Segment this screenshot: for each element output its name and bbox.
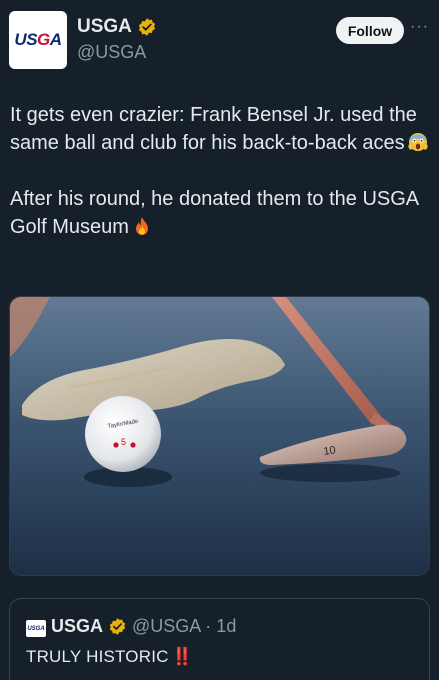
fire-icon	[132, 216, 152, 236]
tweet-page: USGA USGA @USGA Follow ··· It gets even …	[0, 0, 439, 680]
follow-button[interactable]: Follow	[336, 17, 404, 44]
more-options-icon[interactable]: ···	[410, 19, 432, 40]
tweet-line-1: It gets even crazier: Frank Bensel Jr. u…	[10, 104, 417, 154]
tweet-header: USGA USGA @USGA Follow ···	[0, 0, 439, 80]
quoted-avatar[interactable]: USGA	[26, 620, 46, 637]
avatar[interactable]: USGA	[9, 11, 67, 69]
quoted-display-name[interactable]: USGA	[51, 616, 103, 637]
tweet-text: It gets even crazier: Frank Bensel Jr. u…	[10, 101, 432, 241]
handle[interactable]: @USGA	[77, 42, 146, 63]
verified-badge-icon	[137, 17, 157, 37]
face-screaming-icon	[407, 132, 428, 152]
name-row: USGA	[77, 16, 157, 38]
tweet-line-2: After his round, he donated them to the …	[10, 188, 419, 238]
quoted-text-content: TRULY HISTORIC	[26, 647, 169, 666]
double-exclamation-icon: ‼️	[171, 647, 193, 666]
quoted-tweet[interactable]: USGA USGA @USGA · 1d TRULY HISTORIC ‼️	[9, 598, 430, 680]
quoted-avatar-text: USGA	[27, 625, 45, 632]
tweet-image[interactable]: TaylorMade 5 10	[9, 296, 430, 576]
display-name[interactable]: USGA	[77, 16, 132, 38]
tweet-paragraph-1: It gets even crazier: Frank Bensel Jr. u…	[10, 101, 432, 157]
ball-number: 5	[121, 437, 126, 447]
quoted-handle-time[interactable]: @USGA · 1d	[132, 616, 236, 637]
golf-ball-club-photo: TaylorMade 5 10	[10, 297, 429, 575]
quoted-header: USGA @USGA · 1d	[51, 616, 236, 637]
quoted-text: TRULY HISTORIC ‼️	[26, 647, 193, 667]
usga-logo: USGA	[14, 30, 62, 49]
verified-badge-icon	[108, 617, 127, 636]
club-label: 10	[323, 444, 337, 458]
tweet-paragraph-2: After his round, he donated them to the …	[10, 185, 432, 241]
